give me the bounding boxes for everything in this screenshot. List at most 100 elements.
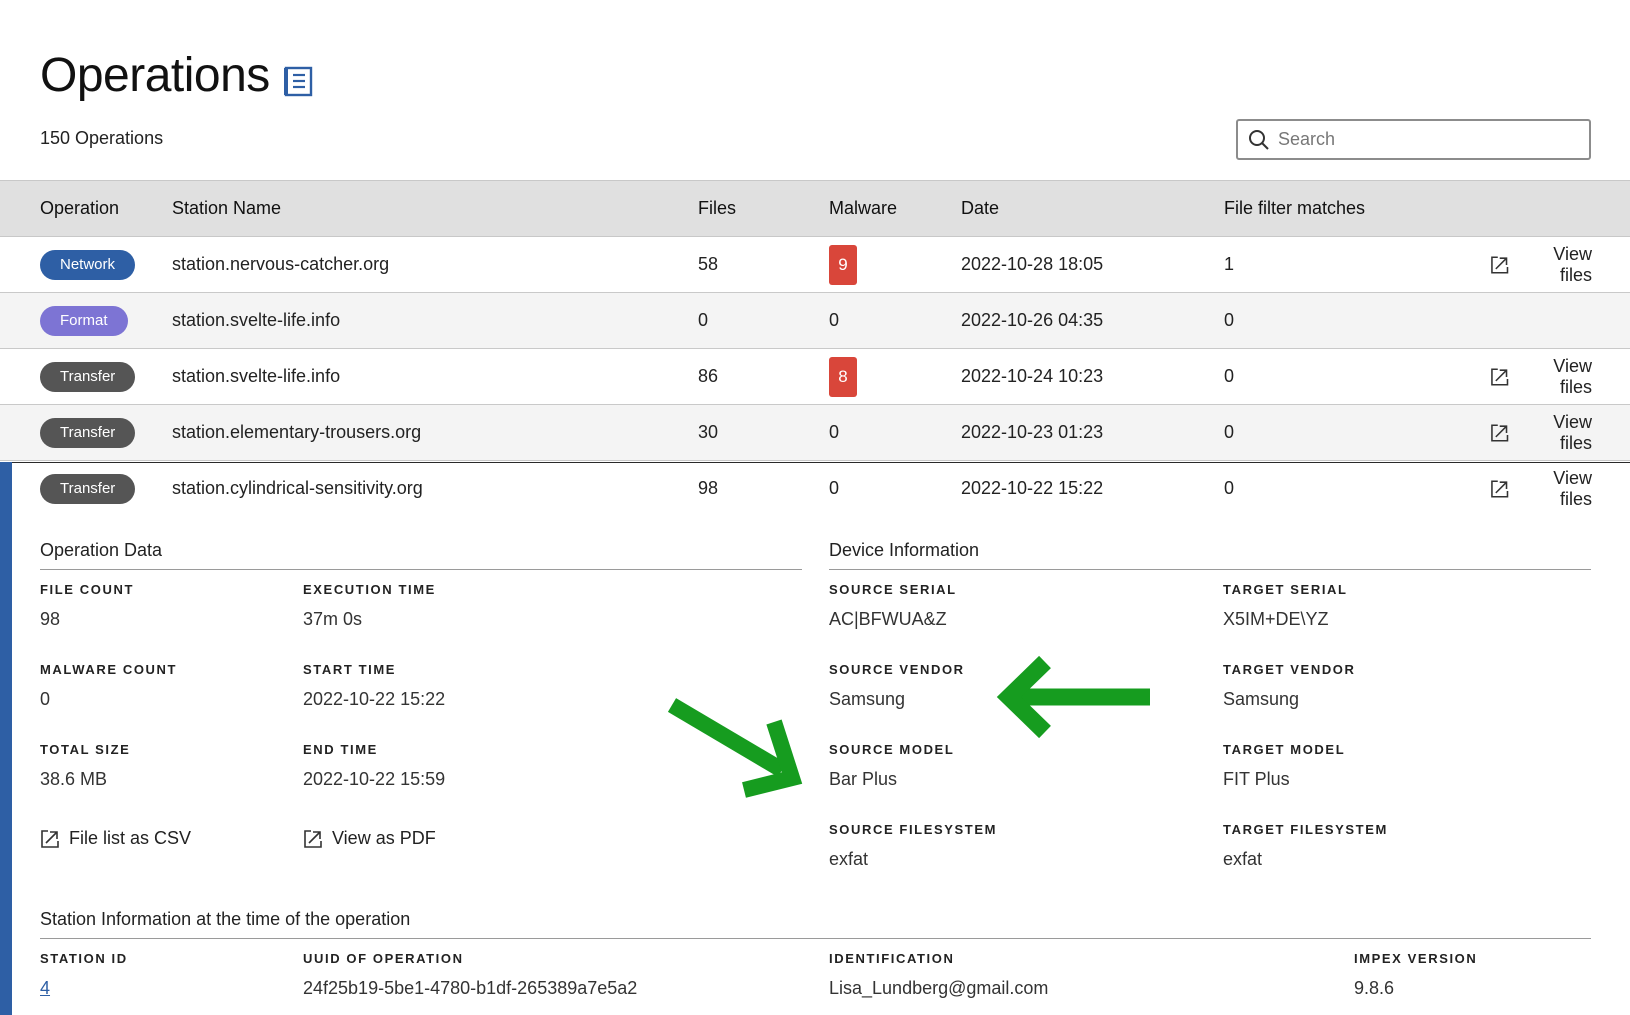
source-filesystem-field: SOURCE FILESYSTEM exfat (829, 822, 997, 870)
external-link-icon (1491, 423, 1509, 442)
table-row[interactable]: Format station.svelte-life.info 0 0 2022… (0, 292, 1630, 349)
column-file-filter-matches[interactable]: File filter matches (1224, 180, 1490, 237)
view-files-label: View files (1553, 243, 1592, 285)
page-header: Operations (40, 48, 314, 103)
target-vendor-field: TARGET VENDOR Samsung (1223, 662, 1356, 710)
field-value: 37m 0s (303, 609, 363, 629)
pdf-link-label: View as PDF (332, 828, 436, 848)
source-serial-field: SOURCE SERIAL AC|BFWUA&Z (829, 582, 957, 630)
search-input[interactable] (1278, 129, 1578, 150)
external-link-icon (1491, 255, 1509, 274)
device-information-title: Device Information (829, 540, 980, 560)
malware-badge: 9 (829, 244, 857, 285)
station-name-cell: station.cylindrical-sensitivity.org (172, 478, 423, 499)
target-serial-field: TARGET SERIAL X5IM+DE\YZ (1223, 582, 1348, 630)
malware-count-field: MALWARE COUNT 0 (40, 662, 177, 710)
field-value: Bar Plus (829, 769, 898, 789)
view-files-link[interactable]: View files (1490, 356, 1592, 398)
column-date[interactable]: Date (961, 180, 1224, 237)
view-files-label: View files (1553, 411, 1592, 453)
external-link-icon (1491, 367, 1509, 386)
field-value: 24f25b19-5be1-4780-b1df-265389a7e5a2 (303, 978, 638, 998)
field-value: Samsung (1223, 689, 1300, 709)
view-files-link[interactable]: View files (1490, 468, 1592, 510)
field-label: IDENTIFICATION (829, 951, 955, 966)
table-row[interactable]: Transfer station.elementary-trousers.org… (0, 404, 1630, 461)
selected-row-indicator (0, 462, 12, 1015)
operation-badge: Transfer (40, 473, 136, 504)
start-time-field: START TIME 2022-10-22 15:22 (303, 662, 445, 710)
table-row-selected[interactable]: Transfer station.cylindrical-sensitivity… (0, 461, 1630, 517)
view-files-link[interactable]: View files (1490, 244, 1592, 286)
field-label: IMPEX VERSION (1354, 951, 1478, 966)
target-model-field: TARGET MODEL FIT Plus (1223, 742, 1345, 790)
table-header-row: Operation Station Name Files Malware Dat… (0, 180, 1630, 237)
device-information-divider (829, 569, 1591, 570)
column-station-name[interactable]: Station Name (172, 180, 698, 237)
date-cell: 2022-10-22 15:22 (961, 478, 1104, 499)
table-row[interactable]: Transfer station.svelte-life.info 86 8 2… (0, 348, 1630, 405)
annotation-arrow-down-right-icon (667, 698, 803, 798)
execution-time-field: EXECUTION TIME 37m 0s (303, 582, 436, 630)
view-pdf-link[interactable]: View as PDF (303, 828, 436, 849)
identification-field: IDENTIFICATION Lisa_Lundberg@gmail.com (829, 951, 1048, 999)
field-value: X5IM+DE\YZ (1223, 609, 1329, 629)
external-link-icon (304, 829, 322, 848)
operation-badge: Transfer (40, 417, 136, 448)
field-value: Samsung (829, 689, 906, 709)
station-information-title: Station Information at the time of the o… (40, 909, 411, 929)
field-label: EXECUTION TIME (303, 582, 436, 597)
file-list-csv-link[interactable]: File list as CSV (40, 828, 191, 849)
station-name-cell: station.nervous-catcher.org (172, 236, 698, 293)
selected-row-divider (0, 462, 1630, 463)
field-value: FIT Plus (1223, 769, 1290, 789)
operations-count: 150 Operations (40, 128, 164, 148)
station-id-link[interactable]: 4 (40, 978, 128, 999)
filter-matches-cell: 1 (1224, 236, 1490, 293)
search-box[interactable] (1236, 119, 1591, 160)
field-label: FILE COUNT (40, 582, 134, 597)
filter-matches-cell: 0 (1224, 404, 1490, 461)
column-malware[interactable]: Malware (829, 180, 961, 237)
target-filesystem-field: TARGET FILESYSTEM exfat (1223, 822, 1388, 870)
field-value: Lisa_Lundberg@gmail.com (829, 978, 1049, 998)
actions-cell (1490, 292, 1630, 349)
page-title: Operations (40, 49, 270, 102)
uuid-field: UUID OF OPERATION 24f25b19-5be1-4780-b1d… (303, 951, 637, 999)
field-label: SOURCE SERIAL (829, 582, 957, 597)
operation-data-title: Operation Data (40, 540, 163, 560)
total-size-field: TOTAL SIZE 38.6 MB (40, 742, 130, 790)
column-files[interactable]: Files (698, 180, 829, 237)
files-cell: 86 (698, 348, 829, 405)
station-name-cell: station.svelte-life.info (172, 292, 698, 349)
field-value: 0 (40, 689, 51, 709)
files-cell: 98 (698, 478, 719, 499)
date-cell: 2022-10-26 04:35 (961, 292, 1224, 349)
source-vendor-field: SOURCE VENDOR Samsung (829, 662, 965, 710)
date-cell: 2022-10-24 10:23 (961, 348, 1224, 405)
table-row[interactable]: Network station.nervous-catcher.org 58 9… (0, 236, 1630, 293)
operations-table: Operation Station Name Files Malware Dat… (0, 180, 1630, 517)
field-value: 38.6 MB (40, 769, 108, 789)
station-information-divider (40, 938, 1591, 939)
document-icon[interactable] (283, 65, 314, 97)
column-operation[interactable]: Operation (0, 180, 172, 237)
view-files-link[interactable]: View files (1490, 412, 1592, 454)
field-label: TARGET VENDOR (1223, 662, 1356, 677)
field-label: TARGET SERIAL (1223, 582, 1348, 597)
date-cell: 2022-10-28 18:05 (961, 236, 1224, 293)
station-id-field: STATION ID 4 (40, 951, 128, 999)
field-value: exfat (1223, 849, 1263, 869)
external-link-icon (1491, 480, 1509, 498)
field-label: TOTAL SIZE (40, 742, 131, 757)
operation-badge: Network (40, 249, 136, 280)
station-name-cell: station.svelte-life.info (172, 348, 698, 405)
filter-matches-cell: 0 (1224, 348, 1490, 405)
view-files-label: View files (1553, 355, 1592, 397)
operation-badge: Format (40, 305, 128, 336)
file-count-field: FILE COUNT 98 (40, 582, 134, 630)
source-model-field: SOURCE MODEL Bar Plus (829, 742, 954, 790)
files-cell: 58 (698, 236, 829, 293)
field-label: STATION ID (40, 951, 128, 966)
malware-cell: 0 (829, 478, 840, 499)
